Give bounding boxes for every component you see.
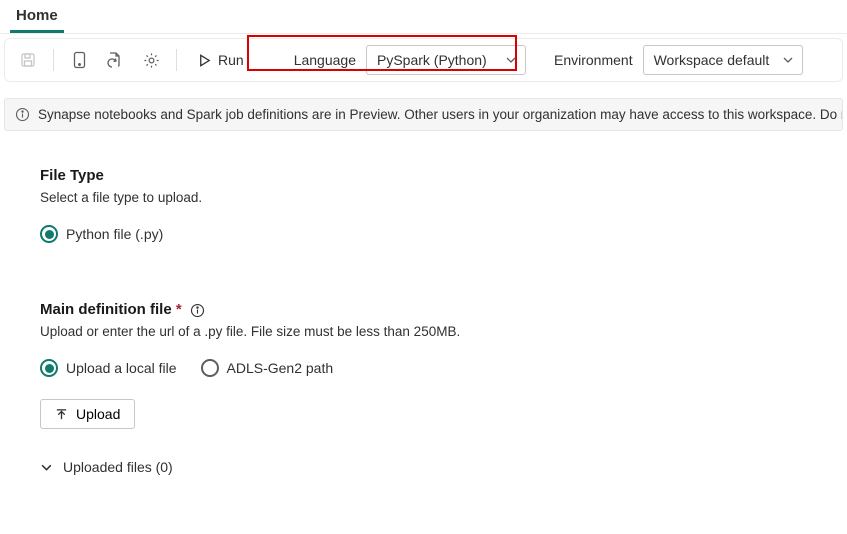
uploaded-files-label: Uploaded files (0) bbox=[63, 459, 173, 475]
environment-label: Environment bbox=[546, 52, 637, 68]
play-icon bbox=[197, 53, 212, 68]
form: File Type Select a file type to upload. … bbox=[0, 131, 847, 475]
chevron-down-icon bbox=[505, 54, 517, 66]
radio-indicator-icon bbox=[201, 359, 219, 377]
document-refresh-icon[interactable] bbox=[100, 45, 130, 75]
language-label: Language bbox=[286, 52, 360, 68]
save-icon bbox=[13, 45, 43, 75]
radio-indicator-icon bbox=[40, 225, 58, 243]
tab-home-label: Home bbox=[16, 7, 58, 24]
main-definition-subtitle: Upload or enter the url of a .py file. F… bbox=[40, 324, 847, 339]
upload-arrow-icon bbox=[55, 408, 68, 421]
language-dropdown[interactable]: PySpark (Python) bbox=[366, 45, 526, 75]
radio-python-file[interactable]: Python file (.py) bbox=[40, 225, 163, 243]
info-icon bbox=[15, 107, 30, 122]
main-definition-title-text: Main definition file bbox=[40, 301, 172, 318]
required-asterisk: * bbox=[176, 301, 182, 318]
language-value: PySpark (Python) bbox=[377, 52, 487, 68]
tab-home[interactable]: Home bbox=[10, 3, 64, 33]
radio-indicator-icon bbox=[40, 359, 58, 377]
banner-text: Synapse notebooks and Spark job definiti… bbox=[38, 107, 843, 122]
preview-info-banner: Synapse notebooks and Spark job definiti… bbox=[4, 98, 843, 131]
help-info-icon[interactable] bbox=[190, 303, 205, 318]
chevron-down-icon bbox=[782, 54, 794, 66]
run-label: Run bbox=[218, 52, 244, 68]
file-type-section: File Type Select a file type to upload. … bbox=[40, 167, 847, 243]
tab-bar: Home bbox=[0, 0, 847, 34]
radio-upload-local-label: Upload a local file bbox=[66, 360, 177, 376]
file-type-subtitle: Select a file type to upload. bbox=[40, 190, 847, 205]
radio-adls-path-label: ADLS-Gen2 path bbox=[227, 360, 334, 376]
main-definition-title: Main definition file * bbox=[40, 301, 847, 318]
settings-gear-icon[interactable] bbox=[136, 45, 166, 75]
upload-button[interactable]: Upload bbox=[40, 399, 135, 429]
environment-value: Workspace default bbox=[654, 52, 770, 68]
uploaded-files-toggle[interactable]: Uploaded files (0) bbox=[40, 459, 847, 475]
phone-icon[interactable] bbox=[64, 45, 94, 75]
radio-upload-local[interactable]: Upload a local file bbox=[40, 359, 177, 377]
radio-adls-path[interactable]: ADLS-Gen2 path bbox=[201, 359, 334, 377]
toolbar-separator bbox=[176, 49, 177, 71]
upload-button-label: Upload bbox=[76, 406, 120, 422]
main-definition-section: Main definition file * Upload or enter t… bbox=[40, 301, 847, 475]
run-button[interactable]: Run bbox=[187, 48, 254, 72]
file-type-title: File Type bbox=[40, 167, 847, 184]
radio-python-file-label: Python file (.py) bbox=[66, 226, 163, 242]
toolbar: Run Language PySpark (Python) Environmen… bbox=[4, 38, 843, 82]
chevron-down-icon bbox=[40, 461, 53, 474]
toolbar-separator bbox=[53, 49, 54, 71]
environment-dropdown[interactable]: Workspace default bbox=[643, 45, 803, 75]
